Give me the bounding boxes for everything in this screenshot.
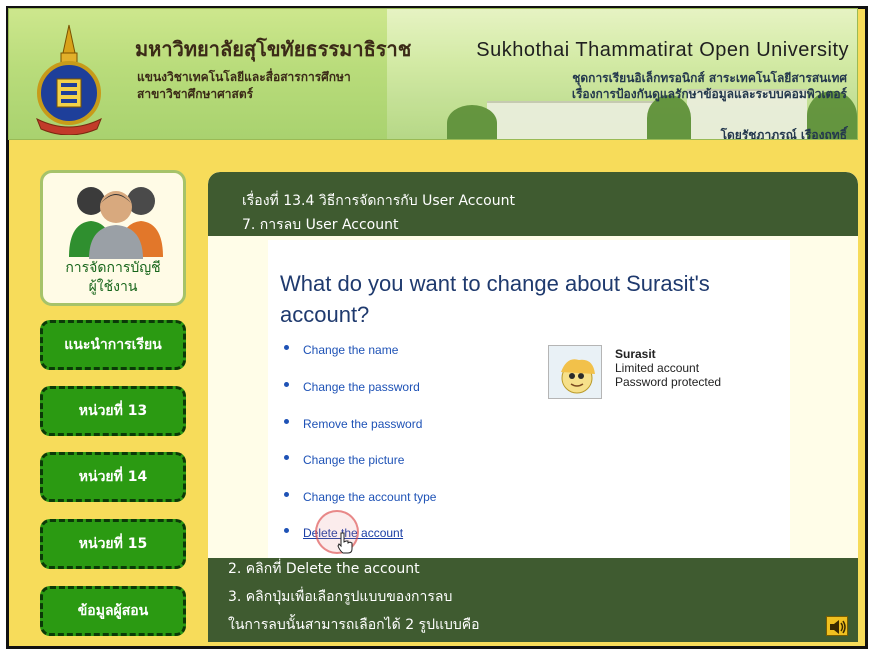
users-group-icon: [69, 187, 163, 259]
university-name-english: Sukhothai Thammatirat Open University: [476, 39, 849, 61]
instruction-note: ในการลบนั้นสามารถเลือกได้ 2 รูปแบบคือ: [228, 617, 480, 633]
dialog-question: What do you want to change about Surasit…: [280, 271, 710, 327]
bullet-icon: [284, 528, 289, 533]
option-remove-password[interactable]: Remove the password: [284, 417, 422, 431]
option-change-password[interactable]: Change the password: [284, 380, 420, 394]
account-avatar: [548, 345, 602, 399]
lesson-step: 7. การลบ User Account: [242, 217, 399, 233]
option-change-name[interactable]: Change the name: [284, 343, 398, 357]
account-name: Surasit: [615, 347, 656, 361]
nav-unit-15[interactable]: หน่วยที่ 15: [40, 519, 186, 569]
lesson-header: เรื่องที่ 13.4 วิธีการจัดการกับ User Acc…: [208, 172, 858, 236]
bullet-icon: [284, 455, 289, 460]
building-shape: [487, 101, 667, 139]
bullet-icon: [284, 419, 289, 424]
site-header: มหาวิทยาลัยสุโขทัยธรรมาธิราช แขนงวิชาเทค…: [8, 8, 858, 140]
account-management-label: การจัดการบัญชี ผู้ใช้งาน: [65, 260, 161, 295]
nav-unit-13[interactable]: หน่วยที่ 13: [40, 386, 186, 436]
hand-cursor-icon: [337, 532, 353, 554]
nav-introduction[interactable]: แนะนำการเรียน: [40, 320, 186, 370]
faculty-name: สาขาวิชาศึกษาศาสตร์: [137, 87, 254, 101]
lesson-topic: เรื่องที่ 13.4 วิธีการจัดการกับ User Acc…: [242, 193, 515, 209]
account-type: Limited account: [615, 361, 700, 375]
account-management-card[interactable]: การจัดการบัญชี ผู้ใช้งาน: [40, 170, 186, 306]
bullet-icon: [284, 492, 289, 497]
option-change-account-type[interactable]: Change the account type: [284, 490, 436, 504]
tree-shape: [447, 105, 497, 139]
university-emblem-icon: [36, 24, 102, 135]
author-credit: โดยรัชฎาภรณ์ เรืองฤทธิ์: [720, 128, 847, 140]
nav-unit-14[interactable]: หน่วยที่ 14: [40, 452, 186, 502]
course-series-line2: เรื่องการป้องกันดูแลรักษาข้อมูลและระบบคอ…: [571, 87, 847, 101]
option-change-picture[interactable]: Change the picture: [284, 453, 404, 467]
lesson-footer: 2. คลิกที่ Delete the account 3. คลิกปุ่…: [208, 558, 858, 642]
user-account-dialog: What do you want to change about Surasit…: [268, 240, 790, 558]
nav-instructor-info[interactable]: ข้อมูลผู้สอน: [40, 586, 186, 636]
bullet-icon: [284, 382, 289, 387]
instruction-step-3: 3. คลิกปุ่มเพื่อเลือกรูปแบบของการลบ: [228, 589, 453, 605]
instruction-step-2: 2. คลิกที่ Delete the account: [228, 561, 420, 577]
account-protection: Password protected: [615, 375, 722, 389]
speaker-icon[interactable]: [826, 616, 848, 636]
university-name-thai: มหาวิทยาลัยสุโขทัยธรรมาธิราช: [135, 37, 412, 61]
bullet-icon: [284, 345, 289, 350]
